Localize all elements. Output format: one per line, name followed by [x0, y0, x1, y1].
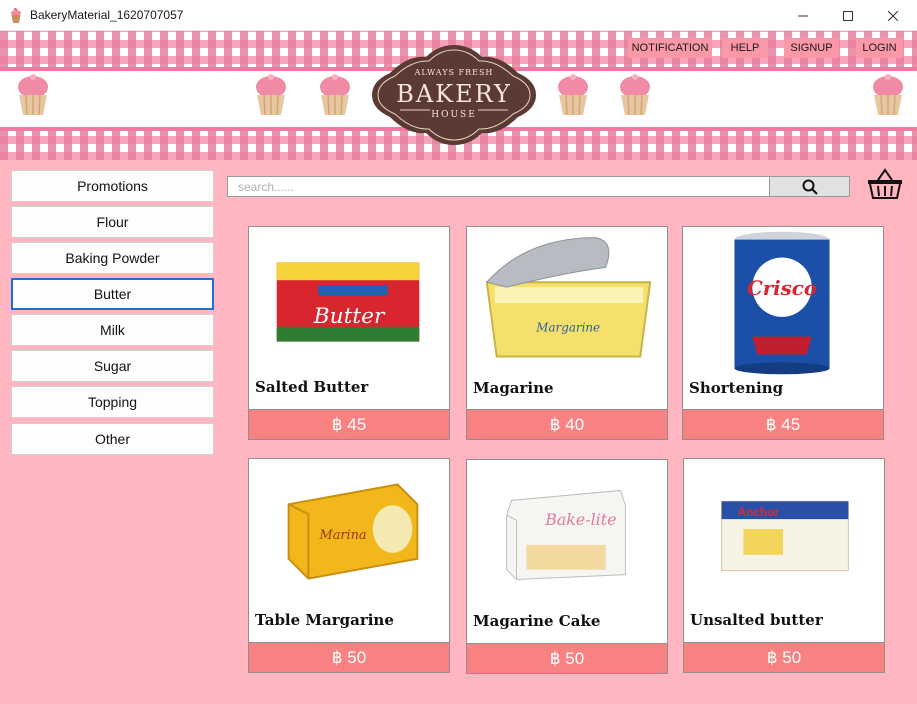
- product-price: ฿ 50: [466, 643, 668, 674]
- product-name: Table Margarine: [255, 611, 394, 629]
- product-name: Magarine: [473, 379, 554, 397]
- close-icon: [888, 10, 898, 21]
- product-name: Salted Butter: [255, 378, 369, 396]
- category-sugar[interactable]: Sugar: [11, 350, 214, 382]
- product-card-salted-butter[interactable]: Butter Salted Butter ฿ 45: [248, 226, 450, 440]
- product-price: ฿ 40: [466, 409, 668, 440]
- shortening-image: Crisco: [734, 231, 830, 375]
- logo-title: BAKERY: [396, 80, 512, 108]
- category-milk[interactable]: Milk: [11, 314, 214, 346]
- product-card-table-margarine[interactable]: Marina Table Margarine ฿ 50: [248, 458, 450, 673]
- shortening-label: Crisco: [747, 276, 817, 300]
- table-margarine-label: Marina: [319, 528, 367, 543]
- category-promotions[interactable]: Promotions: [11, 170, 214, 202]
- product-name: Magarine Cake: [473, 612, 601, 630]
- cupcake-icon: [873, 74, 903, 116]
- product-price: ฿ 45: [682, 409, 884, 440]
- bakery-logo: ALWAYS FRESH BAKERY HOUSE: [370, 43, 538, 147]
- magarine-cake-image: Bake-lite: [506, 489, 626, 581]
- product-price: ฿ 45: [248, 409, 450, 440]
- login-button[interactable]: LOGIN: [856, 38, 903, 58]
- product-card-unsalted-butter[interactable]: Anchor Unsalted butter ฿ 50: [683, 458, 885, 673]
- salted-butter-image: Butter: [276, 262, 420, 342]
- category-butter[interactable]: Butter: [11, 278, 214, 310]
- product-card-shortening[interactable]: Crisco Shortening ฿ 45: [682, 226, 884, 440]
- close-button[interactable]: [870, 0, 916, 31]
- minimize-button[interactable]: [780, 0, 826, 31]
- product-price: ฿ 50: [248, 642, 450, 673]
- search-icon: [802, 179, 818, 195]
- logo-subtitle: HOUSE: [431, 110, 477, 120]
- logo-tagline: ALWAYS FRESH: [414, 68, 494, 77]
- signup-button[interactable]: SIGNUP: [784, 38, 839, 58]
- product-card-magarine-cake[interactable]: Bake-lite Magarine Cake ฿ 50: [466, 459, 668, 674]
- help-button[interactable]: HELP: [722, 38, 768, 58]
- product-name: Shortening: [689, 379, 784, 397]
- category-flour[interactable]: Flour: [11, 206, 214, 238]
- salted-butter-label: Butter: [313, 304, 386, 329]
- header-banner: ALWAYS FRESH BAKERY HOUSE NOTIFICATION H…: [0, 31, 917, 160]
- window-titlebar: BakeryMaterial_1620707057: [0, 0, 917, 31]
- basket-icon[interactable]: [867, 168, 903, 200]
- product-card-magarine[interactable]: Margarine Magarine ฿ 40: [466, 226, 668, 440]
- cupcake-icon: [620, 74, 650, 116]
- minimize-icon: [798, 15, 808, 16]
- search-input[interactable]: search......: [227, 176, 770, 197]
- category-baking-powder[interactable]: Baking Powder: [11, 242, 214, 274]
- unsalted-butter-label: Anchor: [737, 505, 779, 519]
- cupcake-icon: [256, 74, 286, 116]
- maximize-icon: [843, 10, 853, 21]
- cupcake-icon: [320, 74, 350, 116]
- magarine-label: Margarine: [535, 321, 600, 335]
- notification-button[interactable]: NOTIFICATION: [628, 38, 712, 58]
- window-title: BakeryMaterial_1620707057: [30, 8, 184, 22]
- product-name: Unsalted butter: [690, 611, 823, 629]
- table-margarine-image: Marina: [287, 483, 419, 580]
- unsalted-butter-image: Anchor: [721, 500, 849, 572]
- search-button[interactable]: [769, 176, 850, 197]
- magarine-cake-label: Bake-lite: [544, 510, 616, 529]
- magarine-image: Margarine: [485, 237, 652, 358]
- cupcake-icon: [558, 74, 588, 116]
- maximize-button[interactable]: [825, 0, 871, 31]
- cupcake-icon: [18, 74, 48, 116]
- cupcake-app-icon: [11, 8, 21, 23]
- category-other[interactable]: Other: [11, 423, 214, 455]
- category-topping[interactable]: Topping: [11, 386, 214, 418]
- product-price: ฿ 50: [683, 642, 885, 673]
